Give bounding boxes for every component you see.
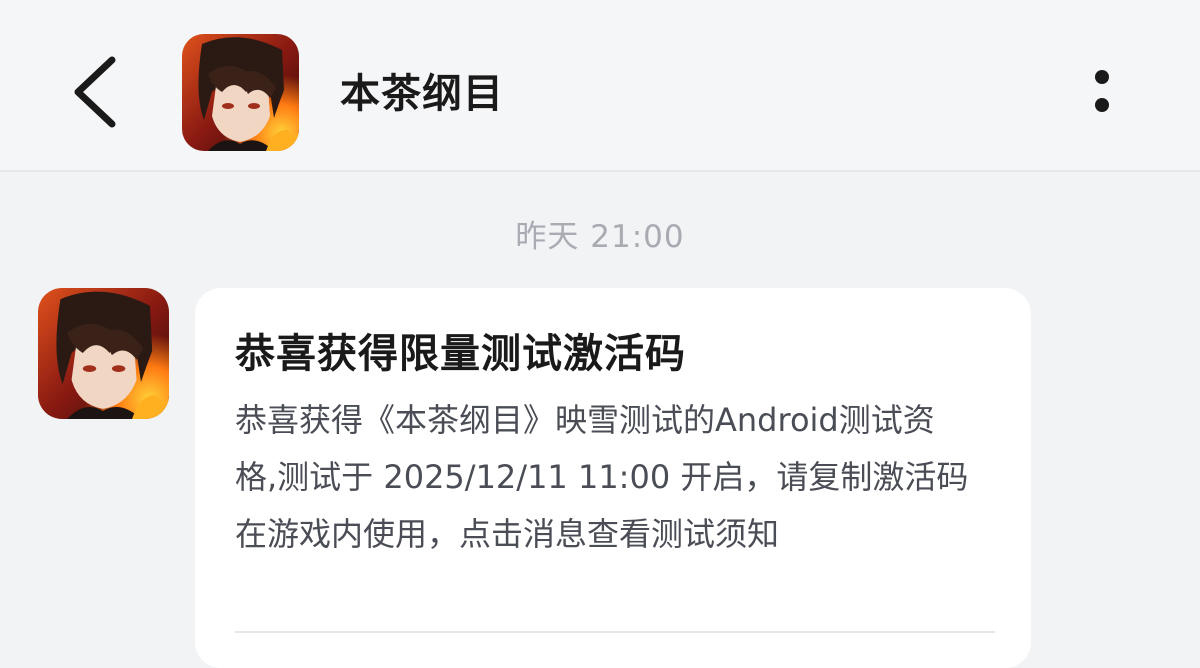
game-character-avatar bbox=[38, 288, 169, 419]
chevron-left-icon bbox=[74, 56, 116, 128]
sender-avatar[interactable] bbox=[38, 288, 169, 419]
message-title: 恭喜获得限量测试激活码 bbox=[235, 331, 686, 377]
message-timestamp: 昨天 21:00 bbox=[515, 219, 685, 255]
chat-avatar[interactable] bbox=[182, 34, 299, 151]
chat-title: 本茶纲目 bbox=[340, 71, 504, 117]
chat-header: 本茶纲目 bbox=[0, 0, 1200, 172]
message-body: 恭喜获得《本茶纲目》映雪测试的Android测试资格,测试于 2025/12/1… bbox=[235, 401, 969, 553]
message-card[interactable]: 恭喜获得限量测试激活码 恭喜获得《本茶纲目》映雪测试的Android测试资格,测… bbox=[195, 288, 1031, 668]
game-character-avatar bbox=[182, 34, 299, 151]
vertical-ellipsis-icon bbox=[1095, 98, 1109, 112]
vertical-ellipsis-icon bbox=[1095, 70, 1109, 84]
card-divider bbox=[235, 631, 995, 633]
back-button[interactable] bbox=[62, 52, 132, 132]
more-options-button[interactable] bbox=[1078, 58, 1126, 130]
